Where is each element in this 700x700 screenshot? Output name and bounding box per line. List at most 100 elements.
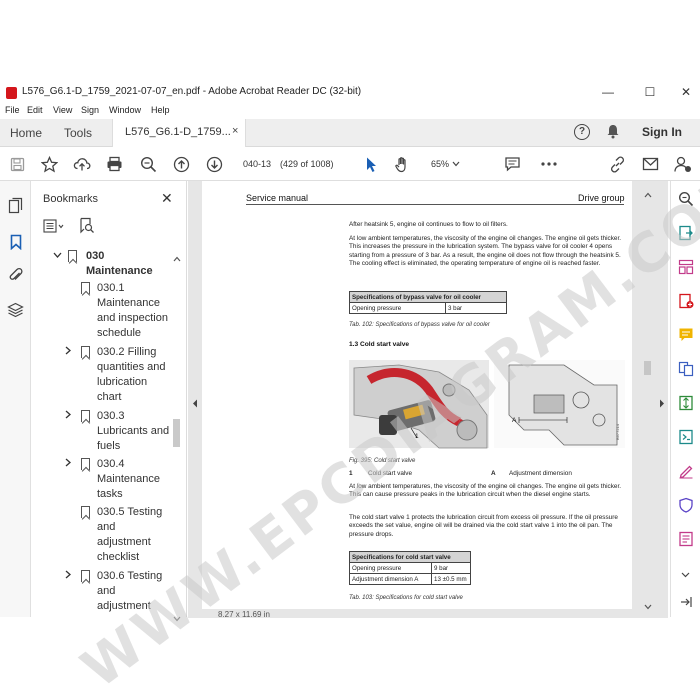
table-header: Specifications for cold start valve [349, 551, 471, 563]
bookmark-label: Maintenance [86, 265, 153, 277]
create-pdf-icon[interactable] [678, 293, 694, 314]
cold-start-valve-spec-table: Specifications for cold start valve Open… [349, 551, 471, 585]
zoom-chevron-down-icon[interactable] [452, 155, 460, 173]
bookmark-030-2[interactable]: 030.2 Filling quantities and lubrication… [31, 345, 179, 407]
menu-view[interactable]: View [53, 105, 72, 115]
bell-icon[interactable] [606, 124, 620, 142]
comment-icon[interactable] [503, 155, 521, 173]
bookmark-030-maintenance[interactable]: 030 Maintenance [31, 249, 179, 281]
document-scrollbar-thumb[interactable] [644, 361, 651, 375]
prepare-form-icon[interactable] [678, 531, 694, 552]
menu-file[interactable]: File [5, 105, 20, 115]
bookmark-options-icon[interactable] [43, 219, 65, 238]
bookmark-scroll-down-icon[interactable] [173, 609, 181, 627]
export-pdf-icon[interactable] [678, 225, 694, 246]
chevron-right-icon[interactable] [65, 458, 72, 469]
menu-window[interactable]: Window [109, 105, 141, 115]
bookmark-label: chart [97, 391, 122, 403]
bookmark-label: 030 [86, 250, 105, 262]
tab-home[interactable]: Home [10, 126, 42, 140]
edit-pdf-icon[interactable] [678, 429, 694, 450]
more-tools-icon[interactable] [540, 155, 558, 173]
scroll-up-icon[interactable] [644, 185, 652, 203]
more-tools-chevron-down-icon[interactable] [681, 565, 690, 583]
bookmark-label: lubrication [97, 376, 148, 388]
close-bookmarks-button[interactable]: ✕ [161, 190, 173, 207]
previous-page-icon[interactable] [172, 155, 190, 173]
minimize-button[interactable]: — [598, 84, 618, 100]
search-icon[interactable] [678, 191, 694, 212]
comment-tool-icon[interactable] [678, 327, 694, 348]
bookmark-030-6[interactable]: 030.6 Testing and adjustment [31, 569, 179, 617]
tab-document[interactable]: L576_G6.1-D_1759... × [112, 119, 246, 147]
star-icon[interactable] [40, 155, 58, 173]
sign-in-button[interactable]: Sign In [642, 125, 682, 139]
bookmarks-panel: Bookmarks ✕ 030 Maintenance 030.1 Mainte… [31, 181, 187, 622]
chevron-down-icon[interactable] [53, 251, 62, 261]
protect-shield-icon[interactable] [678, 497, 694, 518]
menu-help[interactable]: Help [151, 105, 170, 115]
chevron-right-icon[interactable] [65, 346, 72, 357]
share-link-icon[interactable] [608, 155, 626, 173]
zoom-level-select[interactable]: 65% [431, 156, 449, 172]
figure-callout-a: A [512, 417, 517, 424]
save-icon[interactable] [8, 155, 26, 173]
zoom-search-icon[interactable] [139, 155, 157, 173]
header-rule [246, 204, 624, 205]
menu-edit[interactable]: Edit [27, 105, 43, 115]
collapse-right-arrow-icon[interactable] [659, 395, 665, 413]
organize-pages-icon[interactable] [678, 259, 694, 280]
document-viewer: Service manual Drive group After heatsin… [188, 181, 668, 611]
attachments-paperclip-icon[interactable] [7, 267, 24, 284]
bookmark-label: schedule [97, 327, 142, 339]
bookmark-label: and [97, 521, 116, 533]
email-icon[interactable] [641, 155, 659, 173]
bookmarks-title: Bookmarks [43, 193, 99, 205]
hand-tool-icon[interactable] [393, 155, 411, 173]
bookmarks-panel-icon[interactable] [7, 233, 24, 250]
user-add-icon[interactable] [674, 155, 692, 173]
chevron-right-icon[interactable] [65, 570, 72, 581]
compress-pdf-icon[interactable] [678, 395, 694, 416]
tab-tools[interactable]: Tools [64, 126, 92, 140]
layers-icon[interactable] [7, 301, 24, 318]
bookmark-label: Maintenance [97, 473, 160, 485]
combine-files-icon[interactable] [678, 361, 694, 382]
doc-header-right: Drive group [578, 193, 625, 203]
maximize-button[interactable]: ☐ [640, 84, 660, 100]
table-header: Specifications of bypass valve for oil c… [349, 291, 507, 303]
bookmark-030-5[interactable]: 030.5 Testing and adjustment checklist [31, 505, 179, 567]
table-cell: Opening pressure [349, 302, 446, 314]
bookmark-label: 030.4 [97, 458, 125, 470]
collapse-tools-pane-icon[interactable] [680, 595, 692, 613]
bookmark-030-4[interactable]: 030.4 Maintenance tasks [31, 457, 179, 505]
menu-sign[interactable]: Sign [81, 105, 99, 115]
next-page-icon[interactable] [205, 155, 223, 173]
bookmark-030-3[interactable]: 030.3 Lubricants and fuels [31, 409, 179, 457]
figure-callout-1: 1 [415, 433, 419, 440]
section-heading: 1.3 Cold start valve [349, 341, 410, 348]
page-size-label: 8.27 x 11.69 in [218, 610, 270, 619]
bookmark-label: Lubricants and [97, 425, 170, 437]
pdf-page: Service manual Drive group After heatsin… [202, 181, 632, 609]
close-window-button[interactable]: ✕ [676, 84, 696, 100]
tab-close-button[interactable]: × [232, 125, 238, 137]
bookmark-label: 030.3 [97, 410, 125, 422]
help-icon[interactable]: ? [574, 124, 590, 140]
find-bookmark-icon[interactable] [79, 217, 95, 239]
page-number-input[interactable]: 040-13 [240, 156, 274, 172]
fill-sign-icon[interactable] [678, 463, 694, 484]
bookmark-scroll-up-icon[interactable] [173, 249, 181, 267]
bookmark-label: adjustment [97, 536, 151, 548]
cloud-upload-icon[interactable] [73, 155, 91, 173]
print-icon[interactable] [105, 155, 123, 173]
select-cursor-icon[interactable] [362, 155, 380, 173]
bookmark-icon [81, 346, 90, 358]
chevron-right-icon[interactable] [65, 410, 72, 421]
page-thumbnails-icon[interactable] [7, 197, 24, 214]
bookmark-list: 030 Maintenance 030.1 Maintenance and in… [31, 245, 179, 617]
collapse-left-arrow-icon[interactable] [192, 395, 198, 413]
bookmark-scrollbar-thumb[interactable] [173, 419, 180, 447]
bookmark-030-1[interactable]: 030.1 Maintenance and inspection schedul… [31, 281, 179, 343]
legend-letter-a: A [491, 470, 496, 477]
